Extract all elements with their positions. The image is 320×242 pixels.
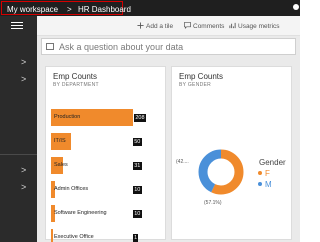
- tile-title: Emp Counts: [53, 72, 98, 81]
- nav-expand-chevron-icon[interactable]: >: [21, 75, 26, 84]
- bar-row[interactable]: Admin Offices 10: [51, 181, 161, 198]
- donut-label-f: (57.1%): [204, 200, 222, 206]
- legend-label: M: [265, 180, 272, 189]
- bar: [51, 229, 53, 242]
- bar-row[interactable]: Production 208: [51, 109, 161, 126]
- dashboard-toolbar: Add a tile Comments Usage metrics: [37, 16, 300, 36]
- qa-input[interactable]: Ask a question about your data: [41, 38, 296, 55]
- bar-category-label: Production: [54, 114, 81, 120]
- legend-dot-icon: [258, 171, 262, 175]
- tile-subtitle: BY DEPARTMENT: [53, 82, 99, 88]
- left-nav: > > > >: [0, 16, 37, 242]
- legend-item-m: M: [258, 180, 272, 189]
- chat-bubble-icon: [46, 43, 54, 50]
- donut-label-m: (42....: [176, 159, 189, 165]
- nav-expand-chevron-icon[interactable]: >: [21, 58, 26, 67]
- plus-icon: [137, 22, 144, 29]
- account-icon[interactable]: [293, 4, 299, 10]
- usage-metrics-button[interactable]: Usage metrics: [229, 22, 280, 31]
- breadcrumb-separator: >: [67, 5, 72, 14]
- bar-chart-icon: [229, 22, 236, 29]
- emp-counts-by-gender-tile[interactable]: Emp Counts BY GENDER (42.... (57.1%) Gen…: [171, 66, 292, 240]
- usage-metrics-label: Usage metrics: [238, 23, 280, 30]
- bar-category-label: IT/IS: [54, 138, 66, 144]
- legend-item-f: F: [258, 169, 270, 178]
- bar-value-label: 10: [133, 210, 142, 218]
- bar-row[interactable]: Sales 31: [51, 157, 161, 174]
- emp-counts-by-department-tile[interactable]: Emp Counts BY DEPARTMENT Production 208 IT…: [45, 66, 166, 242]
- bar-value-label: 50: [133, 138, 142, 146]
- bar-value-label: 208: [134, 114, 146, 122]
- breadcrumb-workspace[interactable]: My workspace: [7, 5, 58, 14]
- breadcrumb: My workspace > HR Dashboard: [1, 1, 131, 15]
- breadcrumb-dashboard[interactable]: HR Dashboard: [78, 5, 131, 14]
- bar-row[interactable]: Executive Office 1: [51, 229, 161, 242]
- legend-label: F: [265, 169, 270, 178]
- bar-category-label: Executive Office: [54, 234, 94, 240]
- dashboard-canvas: Add a tile Comments Usage metrics Ask a …: [37, 16, 300, 242]
- add-tile-label: Add a tile: [146, 23, 174, 30]
- tile-title: Emp Counts: [179, 72, 224, 81]
- bar-row[interactable]: Software Engineering 10: [51, 205, 161, 222]
- bar-category-label: Software Engineering: [54, 210, 107, 216]
- nav-divider: [0, 154, 37, 155]
- account-area: [292, 0, 300, 16]
- comment-icon: [184, 22, 191, 29]
- add-tile-button[interactable]: Add a tile: [137, 22, 173, 31]
- bar-category-label: Sales: [54, 162, 68, 168]
- bar-value-label: 10: [133, 186, 142, 194]
- legend-dot-icon: [258, 182, 262, 186]
- bar-row[interactable]: IT/IS 50: [51, 133, 161, 150]
- donut-chart: [198, 149, 244, 195]
- bar-value-label: 1: [133, 234, 139, 242]
- nav-expand-chevron-icon[interactable]: >: [21, 183, 26, 192]
- comments-button[interactable]: Comments: [184, 22, 224, 31]
- legend-title: Gender: [259, 158, 286, 167]
- top-bar: My workspace > HR Dashboard: [0, 0, 300, 16]
- tile-subtitle: BY GENDER: [179, 82, 212, 88]
- bar-category-label: Admin Offices: [54, 186, 89, 192]
- nav-expand-chevron-icon[interactable]: >: [21, 166, 26, 175]
- qa-placeholder: Ask a question about your data: [59, 42, 184, 52]
- comments-label: Comments: [193, 23, 225, 30]
- bar-value-label: 31: [133, 162, 142, 170]
